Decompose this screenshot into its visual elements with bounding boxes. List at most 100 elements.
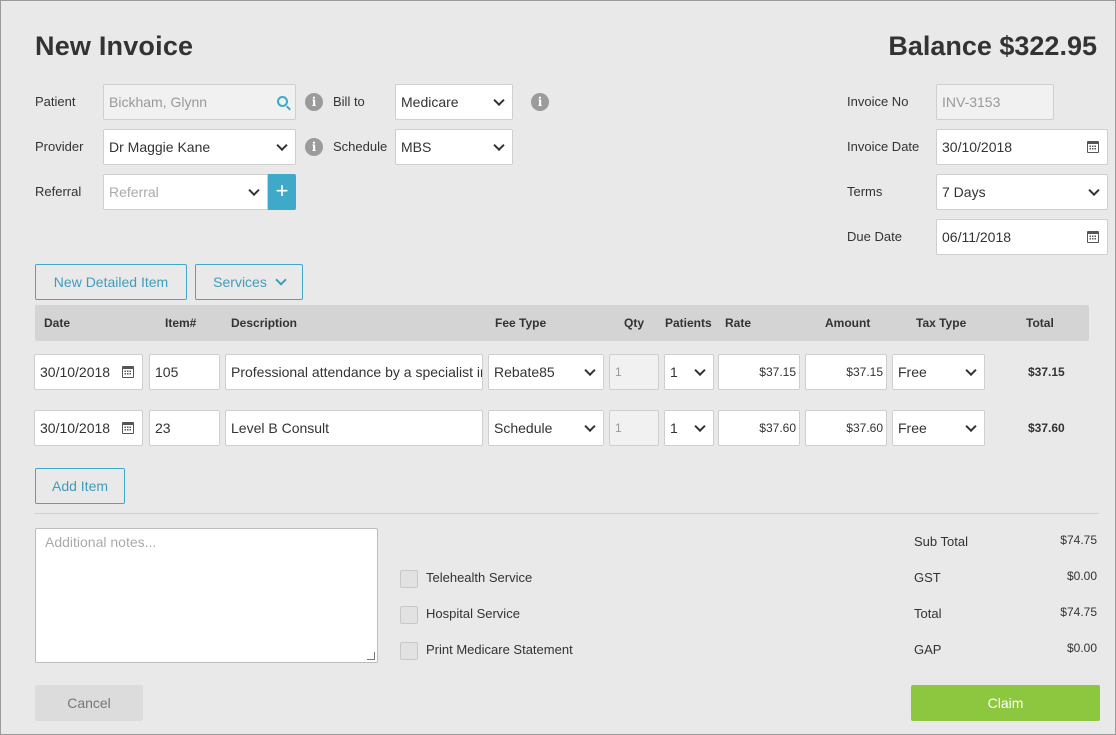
due-date-field[interactable]: 06/11/2018 xyxy=(936,219,1108,255)
row2-tax-type-select[interactable]: Free xyxy=(892,410,985,446)
row1-patients-value: 1 xyxy=(670,364,678,380)
row1-fee-type-select[interactable]: Rebate85 xyxy=(488,354,604,390)
row1-rate-field[interactable]: $37.15 xyxy=(718,354,800,390)
row1-patients-select[interactable]: 1 xyxy=(664,354,714,390)
terms-value: 7 Days xyxy=(942,184,986,200)
calendar-icon[interactable] xyxy=(1087,231,1099,243)
row1-amount-value: $37.15 xyxy=(846,365,883,379)
col-qty: Qty xyxy=(624,316,645,330)
invoice-date-value: 30/10/2018 xyxy=(942,139,1013,155)
row1-tax-type-select[interactable]: Free xyxy=(892,354,985,390)
row1-amount-field[interactable]: $37.15 xyxy=(805,354,887,390)
invoice-date-label: Invoice Date xyxy=(847,139,920,154)
services-label: Services xyxy=(213,274,267,290)
referral-select[interactable]: Referral xyxy=(103,174,268,210)
row1-qty-value: 1 xyxy=(615,365,622,379)
cancel-button[interactable]: Cancel xyxy=(35,685,143,721)
row1-date-field[interactable]: 30/10/2018 xyxy=(34,354,143,390)
row2-item-field[interactable]: 23 xyxy=(149,410,220,446)
referral-label: Referral xyxy=(35,184,82,199)
total-value: $74.75 xyxy=(1060,605,1097,619)
provider-info-icon[interactable]: i xyxy=(305,138,323,156)
claim-label: Claim xyxy=(987,695,1024,711)
row1-total: $37.15 xyxy=(1028,365,1065,379)
patient-info-icon[interactable]: i xyxy=(305,93,323,111)
balance-display: Balance $322.95 xyxy=(888,31,1097,61)
search-icon[interactable] xyxy=(277,96,288,107)
hospital-checkbox[interactable] xyxy=(400,606,418,624)
col-item: Item# xyxy=(165,316,197,330)
bill-to-label: Bill to xyxy=(333,94,365,109)
row2-rate-field[interactable]: $37.60 xyxy=(718,410,800,446)
section-divider xyxy=(35,513,1099,514)
row2-fee-type-select[interactable]: Schedule xyxy=(488,410,604,446)
due-date-value: 06/11/2018 xyxy=(942,229,1012,245)
telehealth-label: Telehealth Service xyxy=(426,570,533,585)
col-rate: Rate xyxy=(725,316,752,330)
gap-label: GAP xyxy=(914,642,942,657)
calendar-icon[interactable] xyxy=(122,422,134,434)
invoice-dialog: New Invoice Balance $322.95 Patient Bick… xyxy=(0,0,1116,735)
schedule-select[interactable]: MBS xyxy=(395,129,513,165)
additional-notes-textarea[interactable]: Additional notes... xyxy=(35,528,378,663)
row2-item-value: 23 xyxy=(155,420,171,436)
provider-select[interactable]: Dr Maggie Kane xyxy=(103,129,296,165)
schedule-label: Schedule xyxy=(333,139,388,154)
row1-item-field[interactable]: 105 xyxy=(149,354,220,390)
col-tax-type: Tax Type xyxy=(916,316,967,330)
bill-to-info-icon[interactable]: i xyxy=(531,93,549,111)
bill-to-select[interactable]: Medicare xyxy=(395,84,513,120)
claim-button[interactable]: Claim xyxy=(911,685,1100,721)
patient-value: Bickham, Glynn xyxy=(109,94,208,110)
terms-select[interactable]: 7 Days xyxy=(936,174,1108,210)
provider-value: Dr Maggie Kane xyxy=(109,139,211,155)
row2-date-field[interactable]: 30/10/2018 xyxy=(34,410,143,446)
invoice-no-label: Invoice No xyxy=(847,94,909,109)
subtotal-value: $74.75 xyxy=(1060,533,1097,547)
invoice-date-field[interactable]: 30/10/2018 xyxy=(936,129,1108,165)
row2-total: $37.60 xyxy=(1028,421,1065,435)
notes-placeholder: Additional notes... xyxy=(45,534,157,550)
calendar-icon[interactable] xyxy=(1087,141,1099,153)
resize-handle-icon[interactable] xyxy=(367,652,375,660)
print-medicare-checkbox[interactable] xyxy=(400,642,418,660)
services-button[interactable]: Services xyxy=(195,264,303,300)
referral-placeholder: Referral xyxy=(109,184,159,200)
patient-field[interactable]: Bickham, Glynn xyxy=(103,84,296,120)
provider-label: Provider xyxy=(35,139,84,154)
row1-description-value: Professional attendance by a specialist … xyxy=(231,364,482,380)
plus-icon[interactable]: + xyxy=(268,174,296,210)
row2-patients-select[interactable]: 1 xyxy=(664,410,714,446)
col-description: Description xyxy=(231,316,298,330)
calendar-icon[interactable] xyxy=(122,366,134,378)
cancel-label: Cancel xyxy=(67,695,111,711)
gst-label: GST xyxy=(914,570,941,585)
row1-description-field[interactable]: Professional attendance by a specialist … xyxy=(225,354,483,390)
chevron-down-icon xyxy=(275,274,287,286)
col-total: Total xyxy=(1026,316,1054,330)
gap-value: $0.00 xyxy=(1066,641,1097,655)
page-title: New Invoice xyxy=(35,31,194,61)
col-amount: Amount xyxy=(825,316,871,330)
subtotal-label: Sub Total xyxy=(914,534,968,549)
row1-qty-field: 1 xyxy=(609,354,659,390)
gst-value: $0.00 xyxy=(1066,569,1097,583)
due-date-label: Due Date xyxy=(847,229,902,244)
col-fee-type: Fee Type xyxy=(495,316,547,330)
print-medicare-label: Print Medicare Statement xyxy=(426,642,573,657)
patient-label: Patient xyxy=(35,94,76,109)
row2-rate-value: $37.60 xyxy=(759,421,796,435)
row2-amount-value: $37.60 xyxy=(846,421,883,435)
row2-patients-value: 1 xyxy=(670,420,678,436)
row2-amount-field[interactable]: $37.60 xyxy=(805,410,887,446)
new-detailed-item-label: New Detailed Item xyxy=(53,274,169,290)
add-item-button[interactable]: Add Item xyxy=(35,468,125,504)
row1-rate-value: $37.15 xyxy=(759,365,796,379)
row2-description-field[interactable]: Level B Consult xyxy=(225,410,483,446)
new-detailed-item-button[interactable]: New Detailed Item xyxy=(35,264,187,300)
col-date: Date xyxy=(44,316,71,330)
add-item-label: Add Item xyxy=(51,478,109,494)
invoice-no-value: INV-3153 xyxy=(942,94,1001,110)
row2-description-value: Level B Consult xyxy=(231,420,330,436)
telehealth-checkbox[interactable] xyxy=(400,570,418,588)
